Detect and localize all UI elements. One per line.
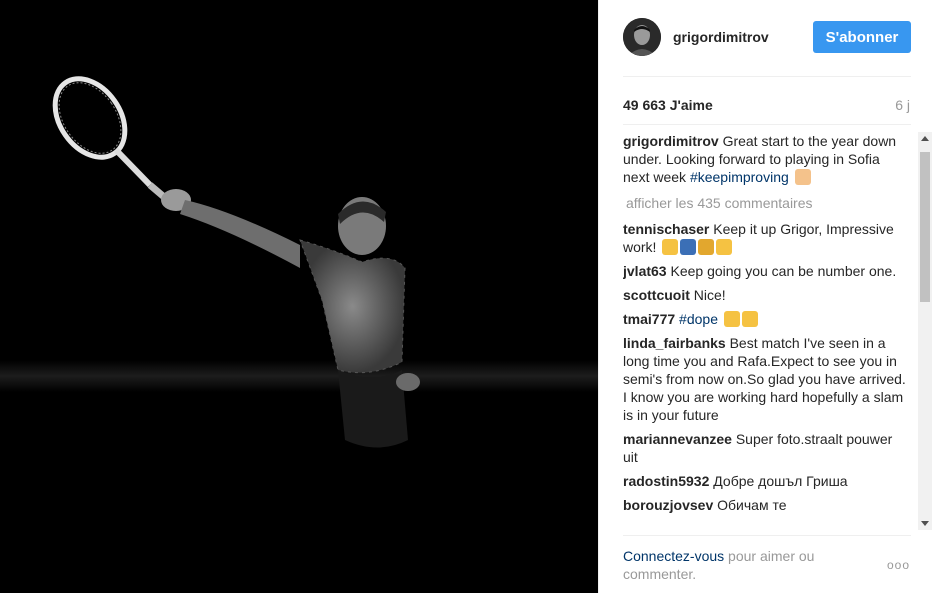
comment-author[interactable]: mariannevanzee <box>623 431 732 447</box>
comment-text: Добре дошъл Гриша <box>713 473 848 489</box>
comment-author[interactable]: borouzjovsev <box>623 497 713 513</box>
clapping-hands-emoji-icon <box>716 239 733 255</box>
comment-author[interactable]: tennischaser <box>623 221 709 237</box>
view-all-comments-link[interactable]: afficher les 435 commentaires <box>626 194 908 212</box>
flexed-biceps-emoji-icon <box>662 239 679 255</box>
comment-author[interactable]: scottcuoit <box>623 287 690 303</box>
flexed-biceps-emoji-icon <box>794 169 811 185</box>
follow-button[interactable]: S'abonner <box>813 21 911 53</box>
avatar[interactable] <box>623 18 661 56</box>
comment-author[interactable]: radostin5932 <box>623 473 709 489</box>
stats-divider <box>623 124 911 125</box>
comment-text: Nice! <box>693 287 726 303</box>
login-link[interactable]: Connectez-vous <box>623 548 724 564</box>
caption-author[interactable]: grigordimitrov <box>623 133 719 149</box>
comment-hashtag[interactable]: #dope <box>679 311 718 327</box>
comment-item: mariannevanzee Super foto.straalt pouwer… <box>623 430 908 466</box>
scrollbar-thumb[interactable] <box>920 152 930 302</box>
more-options-icon[interactable]: ooo <box>887 558 910 572</box>
sunglasses-emoji-icon <box>723 311 740 327</box>
caption-hashtag[interactable]: #keepimproving <box>690 169 789 185</box>
comment-author[interactable]: tmai777 <box>623 311 675 327</box>
comment-author[interactable]: jvlat63 <box>623 263 667 279</box>
top-arrow-emoji-icon <box>680 239 697 255</box>
scroll-down-arrow-icon[interactable] <box>921 521 929 526</box>
comment-item: tennischaser Keep it up Grigor, Impressi… <box>623 220 908 256</box>
comments-list: grigordimitrov Great start to the year d… <box>623 132 908 530</box>
header-username[interactable]: grigordimitrov <box>673 29 769 45</box>
comment-author[interactable]: linda_fairbanks <box>623 335 726 351</box>
comment-item: borouzjovsev Обичам те <box>623 496 908 514</box>
caption: grigordimitrov Great start to the year d… <box>623 132 908 186</box>
footer-divider <box>623 535 911 536</box>
tennis-player-photo <box>0 76 598 448</box>
thumbs-up-emoji-icon <box>741 311 758 327</box>
comment-item: tmai777 #dope <box>623 310 908 328</box>
instagram-post: grigordimitrov S'abonner 49 663 J'aime 6… <box>0 0 932 593</box>
comment-item: linda_fairbanks Best match I've seen in … <box>623 334 908 424</box>
comments-scrollbar[interactable] <box>918 132 932 530</box>
comment-item: radostin5932 Добре дошъл Гриша <box>623 472 908 490</box>
post-sidebar: grigordimitrov S'abonner 49 663 J'aime 6… <box>598 0 932 593</box>
scroll-up-arrow-icon[interactable] <box>921 136 929 141</box>
likes-count[interactable]: 49 663 J'aime <box>623 97 713 113</box>
comment-item: jvlat63 Keep going you can be number one… <box>623 262 908 280</box>
post-time[interactable]: 6 j <box>895 97 910 113</box>
post-header: grigordimitrov S'abonner <box>599 0 932 76</box>
header-divider <box>623 76 911 77</box>
trophy-emoji-icon <box>698 239 715 255</box>
post-photo <box>0 0 598 593</box>
avatar-image <box>623 18 661 56</box>
comment-item: scottcuoit Nice! <box>623 286 908 304</box>
login-prompt: Connectez-vous pour aimer ou commenter. <box>623 547 853 583</box>
comment-text: Обичам те <box>717 497 787 513</box>
comment-text: Keep going you can be number one. <box>670 263 897 279</box>
